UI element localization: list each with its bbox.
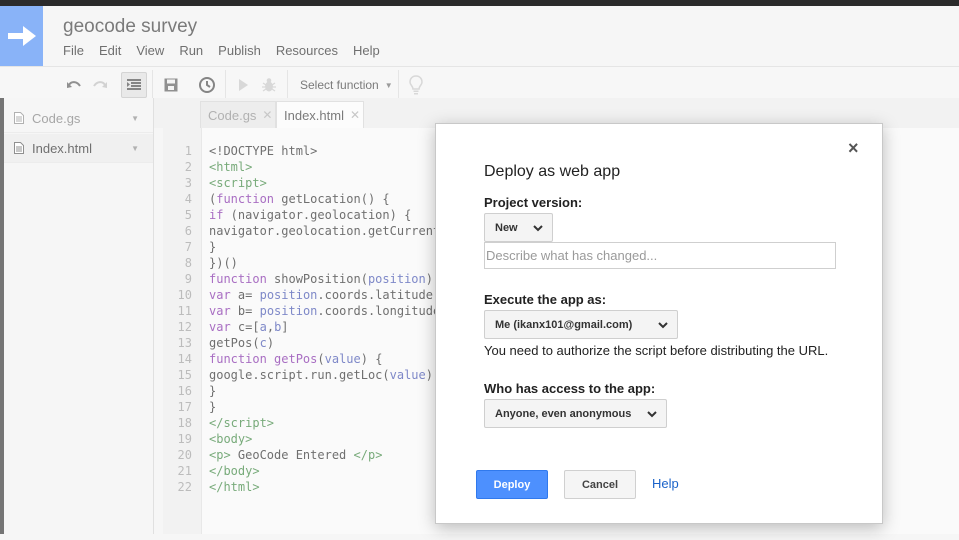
access-value: Anyone, even anonymous: [495, 407, 632, 420]
change-description-placeholder: Describe what has changed...: [486, 248, 658, 263]
close-icon[interactable]: ×: [848, 138, 859, 159]
project-version-label: Project version:: [484, 195, 583, 210]
change-description-input[interactable]: Describe what has changed...: [484, 242, 836, 269]
chevron-down-icon: [658, 322, 668, 329]
access-label: Who has access to the app:: [484, 381, 656, 396]
dialog-title: Deploy as web app: [484, 163, 621, 180]
execute-as-value: Me (ikanx101@gmail.com): [495, 318, 633, 331]
authorize-note: You need to authorize the script before …: [484, 343, 829, 358]
execute-as-label: Execute the app as:: [484, 292, 607, 307]
execute-as-select[interactable]: Me (ikanx101@gmail.com): [484, 310, 678, 339]
access-select[interactable]: Anyone, even anonymous: [484, 399, 667, 428]
project-version-value: New: [495, 221, 518, 234]
cancel-button[interactable]: Cancel: [564, 470, 636, 499]
deploy-button[interactable]: Deploy: [476, 470, 548, 499]
project-version-select[interactable]: New: [484, 213, 553, 242]
chevron-down-icon: [533, 225, 543, 232]
help-link[interactable]: Help: [652, 476, 679, 491]
chevron-down-icon: [647, 411, 657, 418]
deploy-web-app-dialog: × Deploy as web app Project version: New…: [435, 123, 883, 524]
